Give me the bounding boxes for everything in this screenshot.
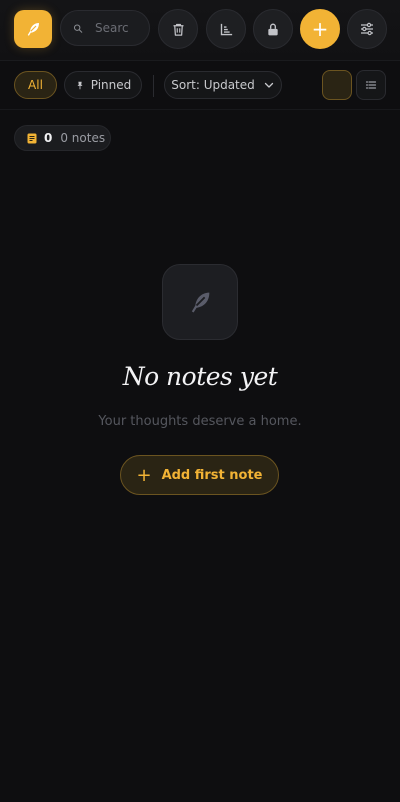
sliders-icon — [361, 22, 373, 36]
plus-icon: + — [136, 464, 152, 486]
search-box[interactable] — [60, 10, 150, 46]
add-note-button[interactable]: + — [300, 9, 340, 49]
stats-button[interactable] — [206, 9, 246, 49]
grid-view-button[interactable] — [322, 70, 352, 100]
filter-separator — [153, 75, 154, 97]
note-count: 0 — [44, 131, 53, 145]
filter-all-label: All — [28, 78, 43, 92]
empty-state-subtitle: Your thoughts deserve a home. — [98, 414, 302, 429]
plus-icon: + — [311, 17, 329, 41]
top-toolbar: + — [0, 0, 400, 60]
chart-icon — [220, 23, 232, 35]
add-first-note-label: Add first note — [161, 467, 263, 483]
chevron-down-icon — [264, 82, 273, 88]
app-logo-button[interactable] — [14, 10, 52, 48]
empty-state-icon-box — [162, 264, 238, 340]
add-first-note-button[interactable]: + Add first note — [120, 455, 279, 495]
empty-state-title: No notes yet — [122, 362, 278, 391]
feather-icon — [191, 292, 210, 313]
settings-button[interactable] — [347, 9, 387, 49]
filter-pinned-label: Pinned — [90, 78, 132, 92]
note-count-label: 0 notes — [60, 131, 106, 145]
filter-all[interactable]: All — [14, 71, 57, 99]
feather-icon — [27, 23, 39, 36]
note-count-badge: 0 0 notes — [14, 125, 111, 151]
lock-button[interactable] — [253, 9, 293, 49]
filter-bar: All Pinned Sort: Updated — [0, 61, 400, 109]
search-input[interactable] — [93, 20, 149, 36]
filter-pinned[interactable]: Pinned — [64, 71, 142, 99]
search-icon — [73, 23, 83, 33]
list-view-button[interactable] — [356, 70, 386, 100]
filter-divider — [0, 109, 400, 110]
sort-label: Sort: Updated — [171, 78, 255, 92]
lock-icon — [268, 23, 278, 35]
trash-icon — [173, 23, 183, 36]
pin-icon — [77, 81, 83, 89]
note-icon — [27, 133, 37, 143]
trash-button[interactable] — [158, 9, 198, 49]
sort-dropdown[interactable]: Sort: Updated — [164, 71, 282, 99]
list-icon — [365, 81, 377, 89]
